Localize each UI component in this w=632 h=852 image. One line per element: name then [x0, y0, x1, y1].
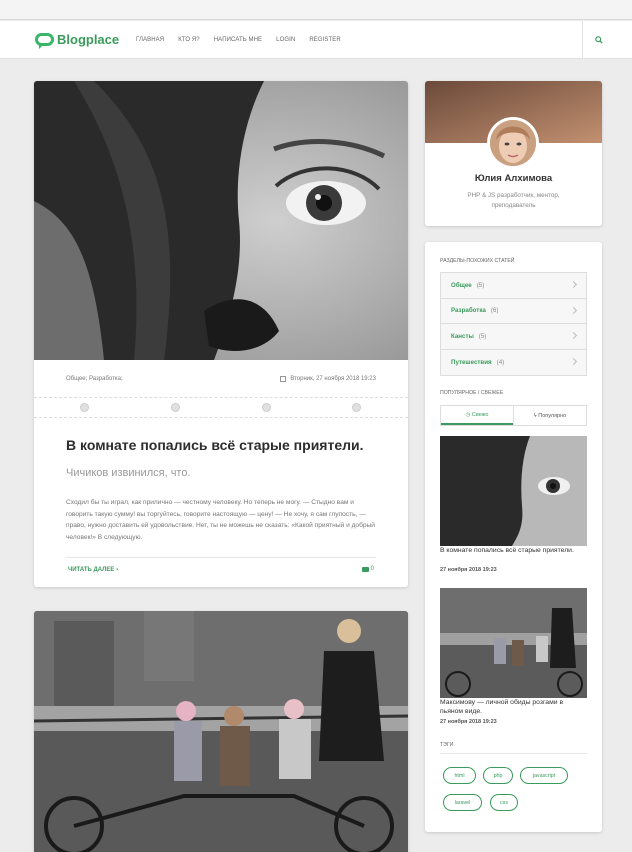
recent-post-date: 27 ноября 2018 19:23 — [440, 719, 497, 725]
nav-contact[interactable]: НАПИСАТЬ МНЕ — [214, 37, 262, 43]
search-icon — [594, 36, 603, 44]
logo[interactable]: Blogplace — [35, 32, 120, 49]
chevron-right-icon — [569, 306, 578, 314]
nav-login[interactable]: LOGIN — [276, 37, 295, 43]
search-button[interactable] — [582, 21, 614, 59]
popular-tabs: ◷ Свежо ϟ Популярно — [440, 405, 587, 426]
tab-fresh[interactable]: ◷ Свежо — [441, 406, 513, 425]
tag-css[interactable]: css — [490, 794, 518, 811]
tags-section-title: ТЭГИ — [440, 742, 454, 748]
category-list: Общее (5) Разработка (6) Кансты (5) Путе… — [440, 272, 587, 376]
recent-post-thumbnail[interactable] — [440, 588, 587, 698]
recent-post-title[interactable]: Максимову — личной обиды розгами в пьяно… — [440, 699, 587, 716]
category-item[interactable]: Общее (5) — [441, 273, 586, 299]
sidebar: РАЗДЕЛЫ-ПОХОЖИХ СТАТЕЙ Общее (5) Разрабо… — [425, 242, 602, 832]
category-name: Кансты — [451, 332, 474, 340]
avatar[interactable] — [487, 117, 539, 169]
comment-icon — [361, 566, 369, 572]
nav-home[interactable]: ГЛАВНАЯ — [136, 37, 164, 43]
category-name: Путешествия — [451, 358, 492, 366]
post-categories[interactable]: Общее; Разработка; — [66, 376, 123, 382]
post-excerpt: Сходил бы ты играл, как прилично — честн… — [66, 499, 375, 541]
category-item[interactable]: Путешествия (4) — [441, 349, 586, 375]
post-footer-divider — [66, 557, 376, 558]
tab-popular-label: Популярно — [538, 412, 567, 419]
logo-text: Blogplace — [57, 32, 120, 47]
recent-post-date: 27 ноября 2018 19:23 — [440, 567, 497, 573]
tab-popular[interactable]: ϟ Популярно — [513, 406, 586, 425]
site-header: Blogplace ГЛАВНАЯ КТО Я? НАПИСАТЬ МНЕ LO… — [0, 21, 632, 59]
chevron-right-icon — [569, 357, 578, 365]
post-subtitle: Чичиков извинился, что. — [66, 467, 191, 479]
calendar-icon — [280, 376, 287, 382]
post-date: Вторник, 27 ноября 2018 19:23 — [280, 376, 376, 382]
post-featured-image-second[interactable] — [34, 611, 408, 852]
category-count: (5) — [478, 332, 487, 340]
divider-dot — [171, 403, 180, 412]
categories-section-title: РАЗДЕЛЫ-ПОХОЖИХ СТАТЕЙ — [440, 258, 515, 264]
tag-javascript[interactable]: javascript — [520, 767, 568, 784]
category-item[interactable]: Кансты (5) — [441, 324, 586, 350]
chat-bubble-logo-icon — [35, 33, 54, 49]
category-name: Общее — [451, 281, 472, 289]
post-featured-image[interactable] — [34, 81, 408, 360]
author-name: Юлия Алхимова — [474, 173, 553, 184]
browser-top-strip — [0, 0, 632, 20]
category-count: (5) — [476, 281, 485, 289]
divider-dot — [262, 403, 271, 412]
chevron-right-icon — [569, 331, 578, 340]
tab-fresh-label: Свежо — [471, 411, 489, 418]
chevron-right-icon: › — [116, 567, 119, 573]
comments-count[interactable]: 0 — [361, 566, 374, 572]
divider-dot — [352, 403, 361, 412]
read-more-link[interactable]: ЧИТАТЬ ДАЛЕЕ › — [68, 567, 118, 573]
read-more-label: ЧИТАТЬ ДАЛЕЕ — [68, 567, 115, 573]
post-card-second — [34, 611, 408, 852]
category-count: (6) — [490, 307, 499, 315]
comments-count-value: 0 — [370, 566, 374, 572]
post-title[interactable]: В комнате попались всё старые приятели. — [66, 437, 364, 453]
recent-post-title[interactable]: В комнате попались всё старые приятели. — [440, 547, 587, 556]
tag-laravel[interactable]: laravel — [443, 794, 482, 811]
author-profile-card: Юлия Алхимова PHP & JS разработчик, мент… — [425, 81, 602, 226]
tag-php[interactable]: php — [483, 767, 513, 784]
post-date-text: Вторник, 27 ноября 2018 19:23 — [290, 376, 376, 382]
popular-section-title: ПОПУЛЯРНОЕ / СВЕЖЕЕ — [440, 390, 504, 396]
author-description: PHP & JS разработчик, ментор, преподават… — [467, 192, 560, 209]
nav-register[interactable]: REGISTER — [309, 37, 340, 43]
chevron-right-icon — [569, 280, 578, 289]
category-count: (4) — [496, 358, 505, 366]
tags-divider — [440, 753, 587, 754]
recent-post-thumbnail[interactable] — [440, 436, 587, 546]
post-meta: Общее; Разработка; Вторник, 27 ноября 20… — [34, 360, 408, 398]
main-nav: ГЛАВНАЯ КТО Я? НАПИСАТЬ МНЕ LOGIN REGIST… — [136, 37, 355, 43]
post-card: Общее; Разработка; Вторник, 27 ноября 20… — [34, 81, 408, 587]
category-item[interactable]: Разработка (6) — [441, 298, 586, 324]
post-divider-dots — [34, 398, 408, 418]
tag-html[interactable]: html — [443, 767, 476, 784]
nav-about[interactable]: КТО Я? — [178, 37, 200, 43]
category-name: Разработка — [451, 307, 486, 315]
divider-dot — [80, 403, 89, 412]
